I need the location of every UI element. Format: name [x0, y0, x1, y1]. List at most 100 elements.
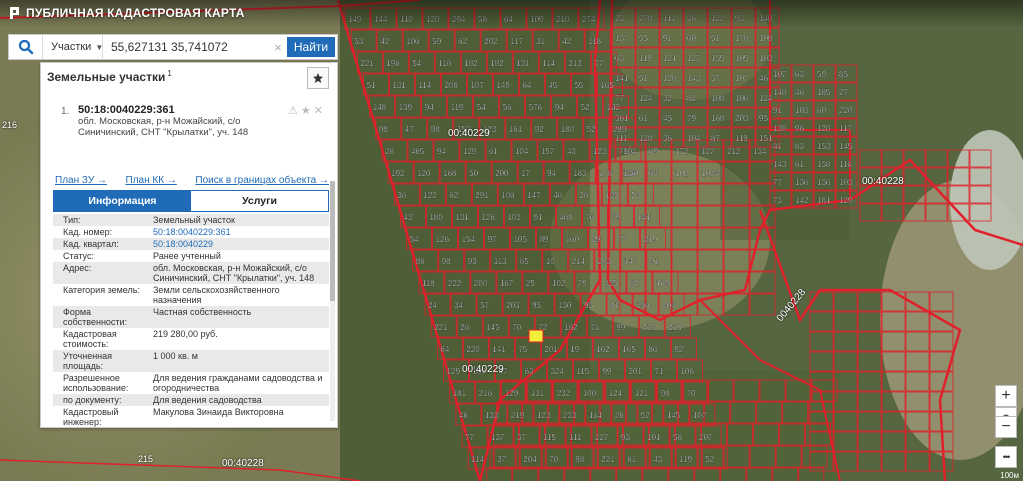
zoom-in-button[interactable]: +	[995, 385, 1017, 407]
info-value: 1 000 кв. м	[153, 351, 198, 361]
parcel-number-label: 93	[621, 433, 630, 442]
favorites-button[interactable]	[307, 67, 329, 89]
info-key: Форма собственности:	[63, 307, 128, 327]
parcel-number-label: 54	[412, 59, 421, 68]
selected-parcel[interactable]	[528, 329, 544, 343]
parcel-number-label: 92	[674, 345, 683, 354]
parcel-number-label: 29	[592, 235, 601, 244]
parcel-number-label: 126	[481, 213, 495, 222]
parcel-number-label: 221	[434, 323, 448, 332]
info-key: Тип:	[63, 215, 81, 225]
parcel-number-label: 156	[636, 301, 650, 310]
panel-scrollbar[interactable]	[330, 181, 335, 421]
info-value: Ранее учтенный	[153, 251, 221, 261]
parcel-number-label: 232	[557, 389, 571, 398]
results-heading-text: Земельные участки	[47, 70, 166, 84]
parcel-number-label: 61	[489, 147, 498, 156]
parcel-number-label: 220	[839, 106, 853, 115]
parcel-number-label: 26	[460, 323, 469, 332]
info-value[interactable]: 50:18:0040229	[153, 239, 329, 249]
parcel-number-label: 42	[380, 37, 389, 46]
parcel-number-label: 54	[410, 235, 419, 244]
info-value[interactable]: 50:18:0040229:361	[153, 227, 329, 237]
parcel-number-label: 107	[470, 81, 484, 90]
search-input[interactable]	[103, 35, 271, 59]
parcel-number-label: 324	[551, 367, 565, 376]
close-icon[interactable]: ✕	[314, 104, 323, 117]
parcel-number-label: 124	[639, 94, 653, 103]
plan-kk-link[interactable]: План КК →	[126, 175, 177, 186]
search-in-bounds-link[interactable]: Поиск в границах объекта →	[195, 175, 329, 186]
scrollbar-thumb[interactable]	[330, 181, 335, 301]
parcel-number-label: 43	[403, 213, 412, 222]
parcel-number-label: 119	[451, 103, 464, 112]
parcel-number-label: 130	[558, 301, 572, 310]
parcel-number-label: 1024	[701, 169, 719, 178]
parcel-number-label: 95	[759, 114, 768, 123]
parcel-number-label: 148	[373, 103, 387, 112]
star-icon[interactable]: ★	[301, 104, 311, 117]
find-button[interactable]: Найти	[287, 37, 335, 57]
more-tools-button[interactable]: •••	[995, 446, 1017, 468]
parcel-number-label: 63	[525, 367, 534, 376]
plan-zu-link[interactable]: План ЗУ →	[55, 175, 107, 186]
parcel-number-label: 207	[699, 433, 713, 442]
info-row: Статус: Ранее учтенный	[53, 250, 329, 262]
parcel-number-label: 142	[795, 196, 809, 205]
search-button[interactable]	[9, 35, 43, 59]
parcel-number-label: 71	[590, 323, 599, 332]
parcel-number-label: 62	[458, 37, 467, 46]
parcel-number-label: 111	[615, 134, 628, 143]
parcel-number-label: 46	[759, 74, 768, 83]
parcel-number-label: 51	[711, 34, 720, 43]
tab-information[interactable]: Информация	[54, 191, 191, 211]
parcel-number-label: 37	[497, 455, 506, 464]
parcel-number-label: 60	[817, 106, 826, 115]
parcel-number-label: 182	[464, 59, 478, 68]
parcel-number-label: 145	[839, 142, 853, 151]
parcel-number-label: 214	[572, 257, 586, 266]
info-row: Кадастровая стоимость: 219 280,00 руб.	[53, 328, 329, 350]
parcel-number-label: 233	[563, 411, 577, 420]
parcel-number-label: 133	[485, 411, 499, 420]
parcel-number-label: 52	[581, 103, 590, 112]
parcel-number-label: 103	[839, 178, 853, 187]
parcel-number-label: 107	[773, 70, 787, 79]
parcel-number-label: 141	[637, 213, 651, 222]
parcel-number-label: 59	[817, 70, 826, 79]
parcel-number-label: 53	[631, 191, 640, 200]
app-title: ПУБЛИЧНАЯ КАДАСТРОВАЯ КАРТА	[26, 6, 245, 20]
parcel-number-label: 120	[817, 124, 831, 133]
zoom-out-button[interactable]: −	[995, 416, 1017, 438]
parcel-number-label: 60	[687, 34, 696, 43]
parcel-number-label: 136	[795, 178, 809, 187]
parcel-number-label: 91	[533, 213, 542, 222]
parcel-number-label: 142	[607, 103, 621, 112]
clear-icon[interactable]: ×	[271, 35, 285, 59]
parcel-number-label: 114	[589, 411, 602, 420]
info-value: Макулова Зинаида Викторовна	[153, 407, 284, 417]
info-value: Частная собственность	[153, 307, 252, 317]
parcel-number-label: 192	[391, 169, 405, 178]
parcel-number-label: 135	[605, 191, 619, 200]
parcel-number-label: 93	[584, 301, 593, 310]
parcel-number-label: 119	[679, 455, 692, 464]
parcel-number-label: 113	[494, 257, 507, 266]
parcel-number-label: 145	[667, 411, 681, 420]
side-label: 215	[138, 454, 154, 464]
parcel-number-label: 95	[532, 301, 541, 310]
object-type-select[interactable]: Участки ▼	[43, 35, 103, 59]
parcel-number-label: 77	[618, 235, 627, 244]
parcel-card: 1. 50:18:0040229:361 обл. Московская, р-…	[53, 99, 331, 427]
parcel-number-label: 85	[839, 70, 848, 79]
parcel-number-label: 115	[577, 367, 590, 376]
parcel-number-label: 24	[428, 301, 437, 310]
cadastral-number[interactable]: 50:18:0040229:361	[78, 104, 175, 116]
warning-icon[interactable]: ⚠	[288, 104, 298, 117]
parcel-number-label: 465	[411, 147, 425, 156]
tab-services[interactable]: Услуги	[191, 191, 328, 211]
parcel-number-label: 172	[675, 147, 689, 156]
parcel-number-label: 183	[573, 169, 587, 178]
parcel-number-label: 169	[656, 279, 670, 288]
parcel-number-label: 106	[681, 367, 695, 376]
